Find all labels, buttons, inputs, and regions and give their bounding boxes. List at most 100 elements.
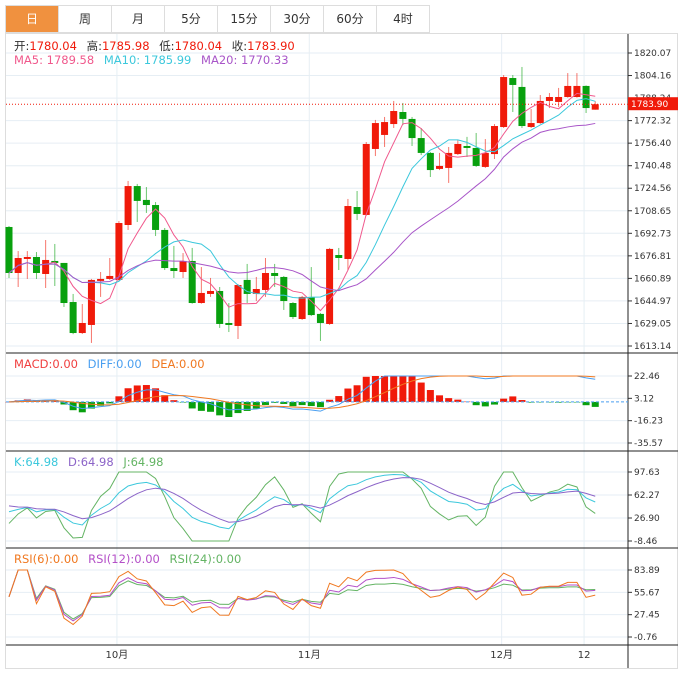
rsi-legend: RSI(6):0.00 RSI(12):0.00 RSI(24):0.00 (14, 552, 247, 566)
ma20-line (8, 122, 596, 292)
date-label: 12月 (490, 649, 513, 661)
candle-up (124, 186, 132, 225)
candle-up (78, 322, 86, 334)
candle-up (564, 85, 572, 97)
ma10-value: MA10: 1785.99 (103, 53, 192, 67)
candle-up (97, 278, 105, 281)
macd-bar (335, 396, 343, 402)
rsi6-value: RSI(6):0.00 (14, 552, 79, 566)
axis-tick-label: -8.46 (634, 537, 658, 547)
candle-down (316, 313, 324, 323)
ma20-value: MA20: 1770.33 (201, 53, 289, 67)
axis-tick-label: -0.76 (634, 633, 658, 643)
candle-up (555, 96, 563, 102)
axis-tick-label: 1724.56 (634, 184, 671, 194)
candle-up (298, 296, 306, 320)
candle-down (216, 290, 224, 324)
axis-tick-label: -16.23 (634, 417, 663, 427)
candle-up (106, 275, 114, 279)
candle-down (335, 255, 343, 258)
axis-tick-label: 1772.32 (634, 117, 671, 127)
axis-tick-label: 1629.05 (634, 319, 671, 329)
axis-tick-label: 1804.16 (634, 72, 671, 82)
rsi24-line (8, 569, 596, 620)
high-value: 1785.98 (101, 39, 150, 53)
candle-up (326, 248, 334, 324)
date-label: 12 (578, 650, 591, 661)
candle-up (527, 123, 535, 128)
low-value: 1780.04 (174, 39, 223, 53)
axis-tick-label: 1660.89 (634, 274, 671, 284)
candle-down (271, 272, 279, 276)
macd-bar (307, 401, 315, 407)
macd-bar (362, 376, 370, 402)
axis-tick-label: 27.45 (634, 611, 660, 621)
low-label: 低: (159, 39, 175, 53)
axis-tick-label: 62.27 (634, 491, 660, 501)
rsi12-value: RSI(12):0.00 (88, 552, 160, 566)
candle-down (509, 78, 517, 85)
candle-up (197, 292, 205, 304)
d-value: D:64.98 (68, 455, 114, 469)
candle-up (115, 223, 123, 280)
axis-tick-label: 83.89 (634, 566, 660, 576)
candle-up (545, 96, 553, 101)
kline-chart[interactable]: 1820.071804.161788.241772.321756.401740.… (0, 0, 685, 676)
diff-value: DIFF:0.00 (87, 357, 142, 371)
macd-bar (289, 401, 297, 407)
current-price-label: 1783.90 (631, 100, 668, 110)
candle-down (472, 147, 480, 166)
diff-line (8, 375, 596, 412)
candle-up (500, 77, 508, 128)
candle-down (225, 322, 233, 325)
j-line (8, 471, 596, 542)
candle-down (69, 302, 77, 334)
macd-bar (481, 401, 489, 407)
macd-bar (426, 390, 434, 402)
candle-down (280, 276, 288, 302)
candle-down (518, 86, 526, 127)
candle-up (390, 111, 398, 125)
axis-tick-label: -35.57 (634, 439, 663, 449)
axis-tick-label: 1644.97 (634, 297, 671, 307)
rsi24-value: RSI(24):0.00 (169, 552, 242, 566)
macd-value: MACD:0.00 (14, 357, 78, 371)
candle-up (261, 272, 269, 290)
candle-up (381, 122, 389, 135)
axis-tick-label: 1692.73 (634, 229, 671, 239)
macd-bar (316, 401, 324, 408)
macd-bar (197, 401, 205, 411)
candle-down (417, 138, 425, 153)
close-label: 收: (231, 39, 248, 53)
axis-tick-label: 3.12 (634, 394, 654, 404)
axis-tick-label: 1708.65 (634, 207, 671, 217)
candle-up (23, 256, 31, 259)
date-label: 11月 (298, 649, 321, 661)
candle-up (207, 290, 215, 294)
candle-down (353, 207, 361, 214)
macd-bar (399, 376, 407, 402)
open-label: 开: (14, 39, 30, 53)
macd-bar (509, 396, 517, 402)
date-label: 10月 (106, 649, 129, 661)
macd-bar (188, 401, 196, 409)
axis-tick-label: 1820.07 (634, 49, 671, 59)
open-value: 1780.04 (29, 39, 77, 53)
axis-tick-label: 1613.14 (634, 342, 671, 352)
close-value: 1783.90 (247, 39, 295, 53)
candle-down (426, 152, 434, 171)
kdj-legend: K:64.98 D:64.98 J:64.98 (14, 455, 170, 469)
candle-down (133, 186, 141, 201)
macd-bar (445, 398, 453, 402)
candle-down (142, 199, 150, 206)
macd-bar (417, 382, 425, 402)
axis-tick-label: 26.90 (634, 514, 660, 524)
k-value: K:64.98 (14, 455, 59, 469)
candle-up (87, 279, 95, 325)
kline-widget: 日 周 月 5分 15分 30分 60分 4时 1820.07 1804.16 17… (0, 0, 685, 676)
candle-up (179, 260, 187, 273)
rsi12-line (8, 569, 596, 622)
macd-bar (216, 401, 224, 416)
candle-up (344, 206, 352, 259)
ma5-value: MA5: 1789.58 (14, 53, 95, 67)
